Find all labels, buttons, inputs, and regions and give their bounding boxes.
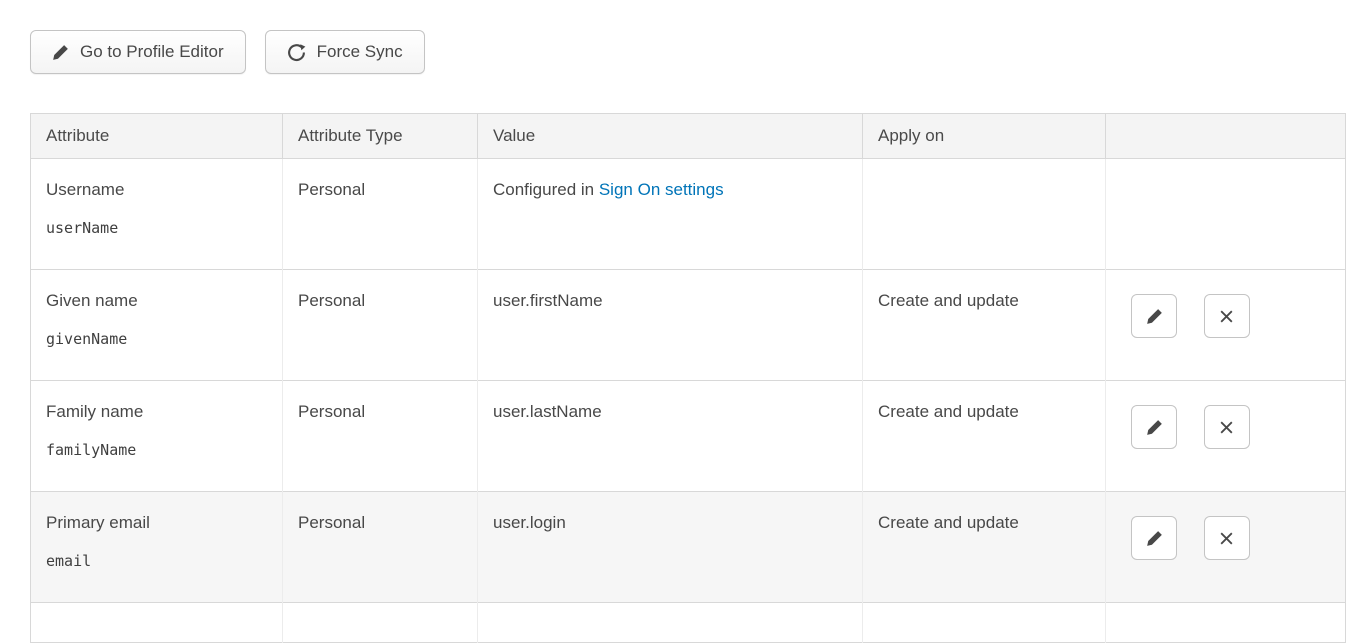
attribute-type-cell: [283, 603, 478, 643]
delete-mapping-button[interactable]: [1204, 405, 1250, 449]
table-row: Family name familyName Personal user.las…: [31, 381, 1346, 492]
attribute-type-cell: Personal: [283, 159, 478, 270]
header-apply-on: Apply on: [863, 114, 1106, 159]
attribute-label: Username: [46, 180, 267, 200]
edit-mapping-button[interactable]: [1131, 294, 1177, 338]
table-row: Username userName Personal Configured in…: [31, 159, 1346, 270]
table-row: [31, 603, 1346, 643]
attribute-cell: Given name givenName: [31, 270, 283, 381]
table-row: Primary email email Personal user.login …: [31, 492, 1346, 603]
toolbar: Go to Profile Editor Force Sync: [30, 30, 1370, 74]
actions-cell: [1106, 492, 1346, 603]
force-sync-label: Force Sync: [317, 42, 403, 62]
value-cell: [478, 603, 863, 643]
go-to-profile-editor-button[interactable]: Go to Profile Editor: [30, 30, 246, 74]
attribute-variable-name: userName: [46, 219, 267, 237]
attribute-mappings-table: Attribute Attribute Type Value Apply on …: [30, 113, 1346, 643]
attribute-mappings-page: Go to Profile Editor Force Sync Attribut…: [0, 0, 1370, 644]
pencil-icon: [1146, 308, 1163, 325]
apply-on-cell: [863, 159, 1106, 270]
attribute-label: Primary email: [46, 513, 267, 533]
edit-mapping-button[interactable]: [1131, 405, 1177, 449]
value-cell: user.login: [478, 492, 863, 603]
actions-cell: [1106, 270, 1346, 381]
refresh-icon: [287, 43, 306, 62]
sign-on-settings-link[interactable]: Sign On settings: [599, 180, 724, 199]
apply-on-cell: Create and update: [863, 492, 1106, 603]
attribute-cell: Family name familyName: [31, 381, 283, 492]
attribute-cell: Primary email email: [31, 492, 283, 603]
pencil-icon: [1146, 530, 1163, 547]
attribute-cell: [31, 603, 283, 643]
edit-mapping-button[interactable]: [1131, 516, 1177, 560]
value-cell: user.lastName: [478, 381, 863, 492]
value-cell: user.firstName: [478, 270, 863, 381]
x-icon: [1218, 308, 1235, 325]
attribute-type-cell: Personal: [283, 270, 478, 381]
delete-mapping-button[interactable]: [1204, 294, 1250, 338]
attribute-label: Given name: [46, 291, 267, 311]
actions-cell: [1106, 603, 1346, 643]
pencil-icon: [1146, 419, 1163, 436]
go-to-profile-editor-label: Go to Profile Editor: [80, 42, 224, 62]
attribute-variable-name: givenName: [46, 330, 267, 348]
value-cell: Configured in Sign On settings: [478, 159, 863, 270]
attribute-cell: Username userName: [31, 159, 283, 270]
apply-on-cell: Create and update: [863, 381, 1106, 492]
apply-on-cell: Create and update: [863, 270, 1106, 381]
attribute-variable-name: email: [46, 552, 267, 570]
x-icon: [1218, 530, 1235, 547]
actions-cell: [1106, 381, 1346, 492]
attribute-type-cell: Personal: [283, 492, 478, 603]
actions-cell: [1106, 159, 1346, 270]
table-row: Given name givenName Personal user.first…: [31, 270, 1346, 381]
x-icon: [1218, 419, 1235, 436]
attribute-label: Family name: [46, 402, 267, 422]
attribute-type-cell: Personal: [283, 381, 478, 492]
table-header-row: Attribute Attribute Type Value Apply on: [31, 114, 1346, 159]
apply-on-cell: [863, 603, 1106, 643]
header-value: Value: [478, 114, 863, 159]
header-attribute: Attribute: [31, 114, 283, 159]
force-sync-button[interactable]: Force Sync: [265, 30, 425, 74]
header-actions: [1106, 114, 1346, 159]
value-prefix-text: Configured in: [493, 180, 599, 199]
delete-mapping-button[interactable]: [1204, 516, 1250, 560]
pencil-icon: [52, 44, 69, 61]
attribute-variable-name: familyName: [46, 441, 267, 459]
header-attribute-type: Attribute Type: [283, 114, 478, 159]
